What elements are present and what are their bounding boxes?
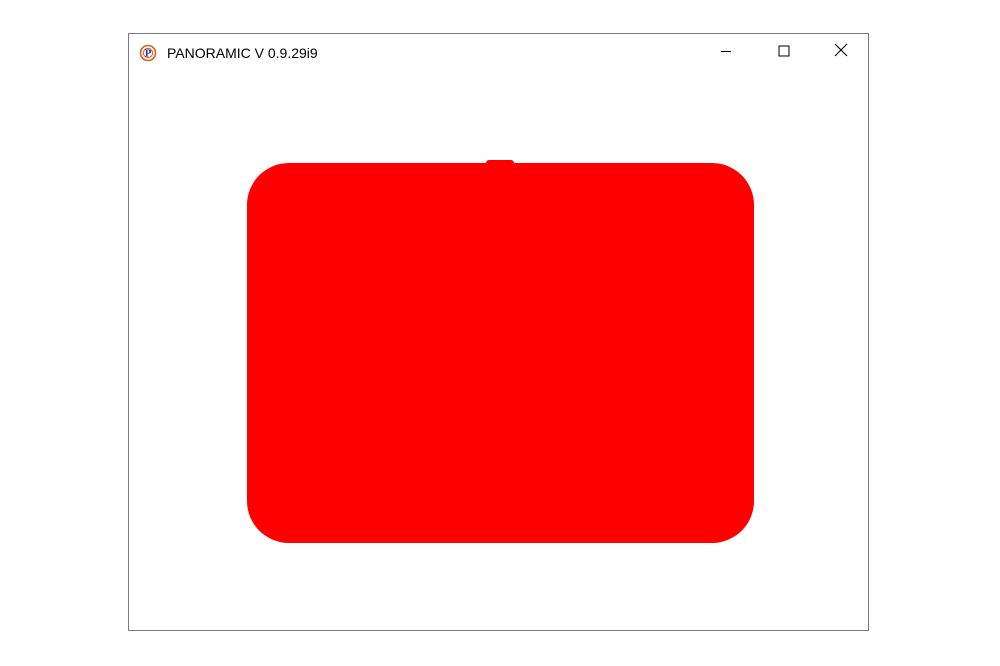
maximize-button[interactable] — [755, 34, 813, 71]
title-bar[interactable]: P PANORAMIC V 0.9.29i9 — [129, 34, 868, 71]
app-window: P PANORAMIC V 0.9.29i9 — [128, 33, 869, 631]
svg-text:P: P — [145, 50, 152, 60]
red-rounded-rectangle — [247, 163, 754, 543]
client-area[interactable] — [129, 71, 868, 630]
panoramic-logo-icon[interactable]: P — [139, 44, 157, 62]
close-icon — [834, 43, 848, 62]
window-title: PANORAMIC V 0.9.29i9 — [167, 45, 318, 61]
minimize-button[interactable] — [697, 34, 755, 71]
minimize-icon — [720, 44, 732, 62]
close-button[interactable] — [812, 34, 870, 71]
maximize-icon — [778, 44, 790, 62]
